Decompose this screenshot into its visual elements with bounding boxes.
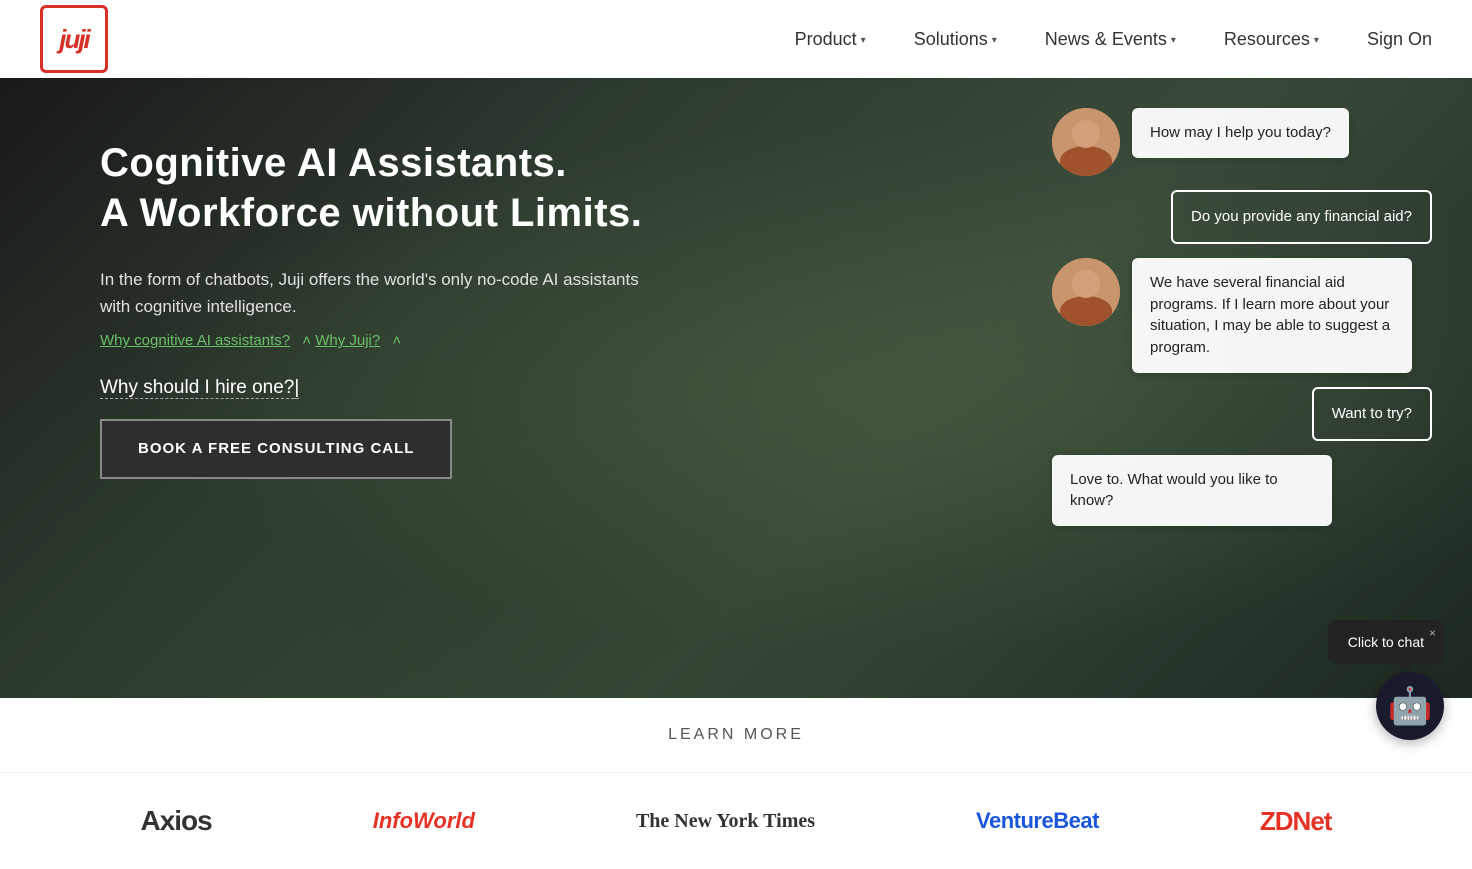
hero-section: Cognitive AI Assistants. A Workforce wit… xyxy=(0,78,1472,698)
why-cognitive-link[interactable]: Why cognitive AI assistants? xyxy=(100,332,290,349)
book-consulting-button[interactable]: BOOK A FREE CONSULTING CALL xyxy=(100,419,452,479)
nav-item-product[interactable]: Product ▾ xyxy=(795,29,866,50)
learn-more-label: LEARN MORE xyxy=(668,726,804,743)
avatar-body-1 xyxy=(1060,146,1112,176)
hero-content: Cognitive AI Assistants. A Workforce wit… xyxy=(0,78,660,479)
hero-question: Why should I hire one?| xyxy=(100,377,660,399)
main-nav: Product ▾ Solutions ▾ News & Events ▾ Re… xyxy=(795,29,1432,50)
logo[interactable]: juji xyxy=(40,5,108,73)
robot-icon: 🤖 xyxy=(1388,685,1433,727)
nav-item-solutions[interactable]: Solutions ▾ xyxy=(914,29,997,50)
logo-nyt: The New York Times xyxy=(636,810,815,833)
sign-on-button[interactable]: Sign On xyxy=(1367,29,1432,50)
chat-row-3: We have several financial aid programs. … xyxy=(1052,258,1432,373)
chat-bubble-2: Do you provide any financial aid? xyxy=(1171,190,1432,244)
avatar-body-3 xyxy=(1060,296,1112,326)
chat-bubble-1: How may I help you today? xyxy=(1132,108,1349,158)
chat-bubble-5: Love to. What would you like to know? xyxy=(1052,455,1332,527)
avatar-head-1 xyxy=(1072,120,1100,148)
learn-more-bar[interactable]: LEARN MORE xyxy=(0,698,1472,773)
chat-bubble-4: Want to try? xyxy=(1312,387,1432,441)
chat-popup-text: Click to chat xyxy=(1348,634,1424,650)
logo-text: juji xyxy=(59,24,89,55)
chat-widget: Click to chat × 🤖 xyxy=(1328,620,1444,740)
hero-links: Why cognitive AI assistants? ˄ Why Juji?… xyxy=(100,332,660,349)
logo-infoworld: InfoWorld xyxy=(373,808,475,834)
nav-item-news-events[interactable]: News & Events ▾ xyxy=(1045,29,1176,50)
avatar-figure-1 xyxy=(1052,108,1120,176)
chat-close-icon[interactable]: × xyxy=(1429,626,1436,640)
chat-demo-area: How may I help you today? Do you provide… xyxy=(1052,108,1432,540)
logo-box: juji xyxy=(40,5,108,73)
hero-body-text: In the form of chatbots, Juji offers the… xyxy=(100,266,660,320)
bot-avatar-3 xyxy=(1052,258,1120,326)
logos-bar: Axios InfoWorld The New York Times Ventu… xyxy=(0,773,1472,869)
bot-avatar-1 xyxy=(1052,108,1120,176)
chat-row-2: Do you provide any financial aid? xyxy=(1052,190,1432,244)
product-caret-icon: ▾ xyxy=(861,35,866,46)
chat-popup-bubble[interactable]: Click to chat × xyxy=(1328,620,1444,664)
logo-zdnet: ZDNet xyxy=(1260,806,1332,837)
hero-title: Cognitive AI Assistants. A Workforce wit… xyxy=(100,138,660,238)
chat-row-4: Want to try? xyxy=(1052,387,1432,441)
why-juji-link[interactable]: Why Juji? xyxy=(315,332,380,349)
logo-venturebeat: VentureBeat xyxy=(976,808,1099,834)
header: juji Product ▾ Solutions ▾ News & Events… xyxy=(0,0,1472,78)
solutions-caret-icon: ▾ xyxy=(992,35,997,46)
logo-axios: Axios xyxy=(140,805,211,837)
chat-row-1: How may I help you today? xyxy=(1052,108,1432,176)
chat-bubble-3: We have several financial aid programs. … xyxy=(1132,258,1412,373)
news-caret-icon: ▾ xyxy=(1171,35,1176,46)
avatar-head-3 xyxy=(1072,270,1100,298)
chat-row-5: Love to. What would you like to know? xyxy=(1052,455,1432,527)
nav-item-resources[interactable]: Resources ▾ xyxy=(1224,29,1319,50)
chat-bot-button[interactable]: 🤖 xyxy=(1376,672,1444,740)
avatar-figure-3 xyxy=(1052,258,1120,326)
resources-caret-icon: ▾ xyxy=(1314,35,1319,46)
